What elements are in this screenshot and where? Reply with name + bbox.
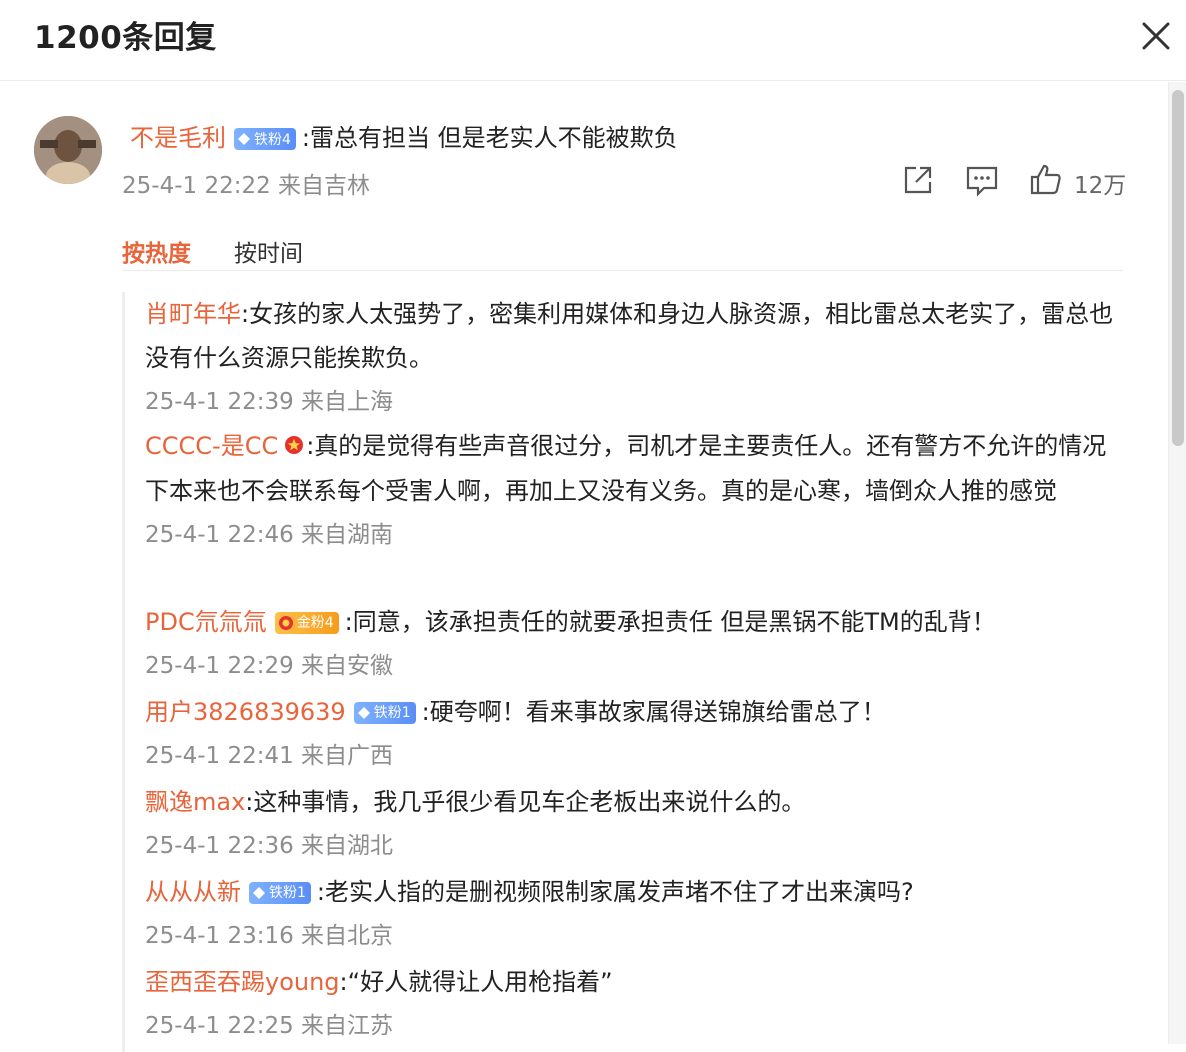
like-icon [1030,164,1061,195]
reply-body: 飘逸max:这种事情，我几乎很少看见车企老板出来说什么的。 [145,780,1130,824]
diamond-icon [357,707,370,719]
fan-badge[interactable]: 金粉4 [274,612,339,634]
header-bar: 1200条回复 [0,0,1186,81]
reply-body: 用户3826839639 铁粉1 :硬夸啊！看来事故家属得送锦旗给雷总了！ [145,690,1130,734]
reply-author[interactable]: 飘逸max [145,788,245,816]
list-item: 歪西歪吞踢young:“好人就得让人用枪指着” 25-4-1 22:25 来自江… [145,960,1130,1048]
list-item: CCCC-是CC:真的是觉得有些声音很过分，司机才是主要责任人。还有警方不允许的… [145,424,1130,557]
reply-body: PDC氘氚氚 金粉4 :同意，该承担责任的就要承担责任 但是黑锅不能TM的乱背！ [145,600,1130,644]
fan-badge-label: 铁粉4 [254,132,291,148]
reply-text: :硬夸啊！看来事故家属得送锦旗给雷总了！ [421,698,886,726]
close-icon [1142,22,1170,50]
share-button[interactable] [900,162,936,202]
like-button[interactable] [1028,162,1064,202]
reply-author[interactable]: PDC氘氚氚 [145,608,267,636]
main-comment-line: 不是毛利 铁粉4 :雷总有担当 但是老实人不能被欺负 [130,118,678,153]
tab-sort-time[interactable]: 按时间 [234,234,303,268]
reply-meta: 25-4-1 22:41 来自广西 [145,743,394,769]
diamond-icon [238,133,250,145]
fan-badge-label: 铁粉1 [269,885,306,901]
tab-sort-hot[interactable]: 按热度 [122,234,191,268]
reply-meta: 25-4-1 22:29 来自安徽 [145,653,394,679]
reply-meta: 25-4-1 22:25 来自江苏 [145,1013,394,1039]
avatar[interactable] [34,116,102,184]
avatar-image [34,116,102,184]
reply-meta: 25-4-1 22:36 来自湖北 [145,833,394,859]
list-item: PDC氘氚氚 金粉4 :同意，该承担责任的就要承担责任 但是黑锅不能TM的乱背！ 2… [145,600,1130,688]
list-item: 飘逸max:这种事情，我几乎很少看见车企老板出来说什么的。 25-4-1 22:… [145,780,1130,868]
gold-badge-icon [278,616,293,630]
reply-author[interactable]: 歪西歪吞踢young [145,968,340,996]
fan-badge[interactable]: 铁粉1 [249,882,311,904]
reply-meta: 25-4-1 22:39 来自上海 [145,389,394,415]
reply-body: 肖町年华:女孩的家人太强势了，密集利用媒体和身边人脉资源，相比雷总太老实了，雷总… [145,292,1130,380]
fan-badge-label: 金粉4 [296,615,334,631]
reply-author[interactable]: 用户3826839639 [145,698,346,726]
list-item: 从从从新 铁粉1 :老实人指的是删视频限制家属发声堵不住了才出来演吗? 25-4-1… [145,870,1130,958]
comment-button[interactable] [964,162,1000,202]
reply-body: 歪西歪吞踢young:“好人就得让人用枪指着” [145,960,1130,1004]
fan-badge-label: 铁粉1 [373,705,411,721]
fan-badge[interactable]: 铁粉1 [353,702,416,724]
scrollbar[interactable] [1168,82,1186,1044]
reply-body: 从从从新 铁粉1 :老实人指的是删视频限制家属发声堵不住了才出来演吗? [145,870,1130,914]
main-comment-meta: 25-4-1 22:22 来自吉林 [122,173,371,199]
comment-icon [966,166,998,197]
sort-tabs: 按热度 按时间 [122,222,1123,271]
main-comment-author[interactable]: 不是毛利 [130,124,226,152]
reply-text: :同意，该承担责任的就要承担责任 但是黑锅不能TM的乱背！ [344,608,996,636]
reply-text: :女孩的家人太强势了，密集利用媒体和身边人脉资源，相比雷总太老实了，雷总也没有什… [145,300,1114,372]
reply-author[interactable]: 肖町年华 [145,300,241,328]
list-item: 用户3826839639 铁粉1 :硬夸啊！看来事故家属得送锦旗给雷总了！ 25-4… [145,690,1130,778]
main-comment-text: :雷总有担当 但是老实人不能被欺负 [301,124,678,152]
diamond-icon [253,887,265,899]
reply-list: 肖町年华:女孩的家人太强势了，密集利用媒体和身边人脉资源，相比雷总太老实了，雷总… [122,292,1127,1052]
reply-text: :老实人指的是删视频限制家属发声堵不住了才出来演吗? [316,878,914,906]
reply-meta: 25-4-1 23:16 来自北京 [145,923,394,949]
close-button[interactable] [1136,16,1176,56]
list-item: 肖町年华:女孩的家人太强势了，密集利用媒体和身边人脉资源，相比雷总太老实了，雷总… [145,292,1130,424]
reply-author[interactable]: 从从从新 [145,878,241,906]
reply-body: CCCC-是CC:真的是觉得有些声音很过分，司机才是主要责任人。还有警方不允许的… [145,424,1130,513]
reply-text: :这种事情，我几乎很少看见车企老板出来说什么的。 [245,788,806,816]
vip-icon [284,425,304,469]
reply-text: :“好人就得让人用枪指着” [339,968,613,996]
fan-badge[interactable]: 铁粉4 [234,128,296,150]
reply-author[interactable]: CCCC-是CC [145,432,278,460]
share-icon [904,166,932,194]
page-title: 1200条回复 [34,20,217,56]
like-count: 12万 [1074,173,1127,199]
scrollbar-thumb[interactable] [1172,90,1184,446]
reply-meta: 25-4-1 22:46 来自湖南 [145,522,394,548]
